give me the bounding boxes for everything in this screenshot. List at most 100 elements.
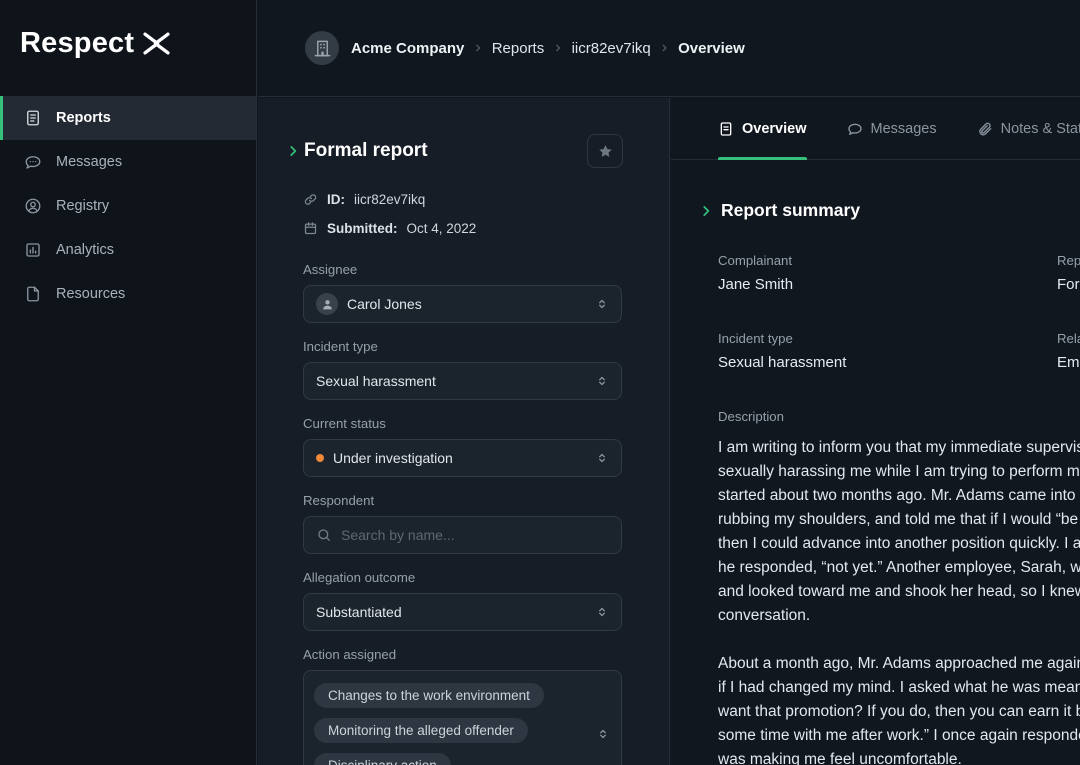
app-logo[interactable]: Respect: [0, 0, 256, 60]
sidebar-item-label: Reports: [56, 110, 111, 126]
summary-fields: Complainant Jane Smith Report type Forma…: [718, 253, 1080, 371]
field-label: Report type: [1057, 253, 1080, 268]
status-dot: [316, 454, 324, 462]
description-label: Description: [718, 409, 1080, 424]
chevron-up-down-icon: [595, 297, 609, 311]
field-label: Incident type: [718, 331, 1057, 346]
field-value: Sexual harassment: [718, 354, 1057, 371]
assignee-select[interactable]: Carol Jones: [303, 285, 622, 323]
field-label: Relationship: [1057, 331, 1080, 346]
assignee-value: Carol Jones: [347, 296, 422, 312]
description-section: Description I am writing to inform you t…: [718, 409, 1080, 765]
breadcrumb-reports[interactable]: Reports: [492, 40, 545, 57]
allegation-outcome-value: Substantiated: [316, 604, 402, 620]
app-name: Respect: [20, 27, 134, 60]
chevron-right-icon[interactable]: [699, 204, 713, 218]
sidebar-item-label: Resources: [56, 286, 125, 302]
sidebar-item-registry[interactable]: Registry: [0, 184, 256, 228]
allegation-outcome-select[interactable]: Substantiated: [303, 593, 622, 631]
tab-label: Messages: [871, 121, 937, 137]
field-report-type: Report type Formal: [1057, 253, 1080, 293]
respondent-search[interactable]: [303, 516, 622, 554]
submitted-value: Oct 4, 2022: [407, 221, 477, 236]
sidebar-item-resources[interactable]: Resources: [0, 272, 256, 316]
description-paragraph: I am writing to inform you that my immed…: [718, 436, 1080, 628]
description-line: then I could advance into another positi…: [718, 532, 1080, 556]
sidebar-item-label: Analytics: [56, 242, 114, 258]
action-chip[interactable]: Changes to the work environment: [314, 683, 544, 708]
report-details-panel: Formal report ID: iicr82ev7ikq Submitted…: [258, 98, 670, 765]
registry-icon: [24, 197, 42, 215]
tabbar: Overview Messages Notes & Statements: [671, 98, 1080, 160]
action-assigned-label: Action assigned: [303, 647, 623, 662]
report-submitted-row: Submitted: Oct 4, 2022: [303, 221, 623, 236]
assignee-label: Assignee: [303, 262, 623, 277]
field-label: Complainant: [718, 253, 1057, 268]
description-line: rubbing my shoulders, and told me that i…: [718, 508, 1080, 532]
star-icon: [597, 143, 614, 160]
description-line: was making me feel uncomfortable.: [718, 748, 1080, 765]
report-id-row: ID: iicr82ev7ikq: [303, 192, 623, 207]
tab-messages[interactable]: Messages: [847, 98, 937, 159]
topbar: Acme Company › Reports › iicr82ev7ikq › …: [258, 0, 1080, 97]
breadcrumb-company[interactable]: Acme Company: [351, 40, 464, 57]
chevron-up-down-icon: [596, 727, 610, 741]
sidebar-item-label: Registry: [56, 198, 109, 214]
respondent-label: Respondent: [303, 493, 623, 508]
report-id-label: ID:: [327, 192, 345, 207]
sidebar-item-reports[interactable]: Reports: [0, 96, 256, 140]
chevron-right-icon[interactable]: [286, 144, 300, 158]
description-line: want that promotion? If you do, then you…: [718, 700, 1080, 724]
overview-tab-icon: [718, 121, 734, 137]
summary-title: Report summary: [721, 200, 860, 221]
description-line: About a month ago, Mr. Adams approached …: [718, 652, 1080, 676]
report-title: Formal report: [304, 140, 428, 162]
current-status-select[interactable]: Under investigation: [303, 439, 622, 477]
company-avatar: [305, 31, 339, 65]
description-line: I am writing to inform you that my immed…: [718, 436, 1080, 460]
action-assigned-multiselect[interactable]: Changes to the work environment Monitori…: [303, 670, 622, 765]
field-value: Formal: [1057, 276, 1080, 293]
breadcrumb-separator: ›: [555, 39, 560, 57]
breadcrumb-separator: ›: [475, 39, 480, 57]
field-complainant: Complainant Jane Smith: [718, 253, 1057, 293]
incident-type-select[interactable]: Sexual harassment: [303, 362, 622, 400]
tab-label: Overview: [742, 121, 807, 137]
action-chip[interactable]: Monitoring the alleged offender: [314, 718, 528, 743]
messages-icon: [24, 153, 42, 171]
calendar-icon: [303, 221, 318, 236]
tab-notes-statements[interactable]: Notes & Statements: [977, 98, 1080, 159]
description-line: some time with me after work.” I once ag…: [718, 724, 1080, 748]
assignee-avatar: [316, 293, 338, 315]
sidebar-item-messages[interactable]: Messages: [0, 140, 256, 184]
breadcrumb-page: Overview: [678, 40, 745, 57]
messages-tab-icon: [847, 121, 863, 137]
current-status-label: Current status: [303, 416, 623, 431]
sidebar-nav: Reports Messages Registry: [0, 96, 256, 316]
current-status-value: Under investigation: [333, 450, 453, 466]
field-value: Jane Smith: [718, 276, 1057, 293]
chevron-up-down-icon: [595, 451, 609, 465]
favorite-button[interactable]: [587, 134, 623, 168]
field-value: Employee: [1057, 354, 1080, 371]
analytics-icon: [24, 241, 42, 259]
sidebar: Respect Reports Messages: [0, 0, 257, 765]
description-line: conversation.: [718, 604, 1080, 628]
field-relationship: Relationship Employee: [1057, 331, 1080, 371]
report-content-panel: Overview Messages Notes & Statements Rep…: [671, 98, 1080, 765]
description-paragraph: About a month ago, Mr. Adams approached …: [718, 652, 1080, 765]
reports-icon: [24, 109, 42, 127]
link-icon: [303, 192, 318, 207]
tab-overview[interactable]: Overview: [718, 98, 807, 159]
sidebar-item-label: Messages: [56, 154, 122, 170]
breadcrumb-report-id[interactable]: iicr82ev7ikq: [572, 40, 651, 57]
description-line: and looked toward me and shook her head,…: [718, 580, 1080, 604]
action-chip[interactable]: Disciplinary action: [314, 753, 451, 765]
sidebar-item-analytics[interactable]: Analytics: [0, 228, 256, 272]
resources-icon: [24, 285, 42, 303]
report-id-value: iicr82ev7ikq: [354, 192, 425, 207]
breadcrumb-separator: ›: [662, 39, 667, 57]
description-line: started about two months ago. Mr. Adams …: [718, 484, 1080, 508]
logo-x-icon: [143, 32, 170, 55]
respondent-search-input[interactable]: [341, 527, 609, 543]
